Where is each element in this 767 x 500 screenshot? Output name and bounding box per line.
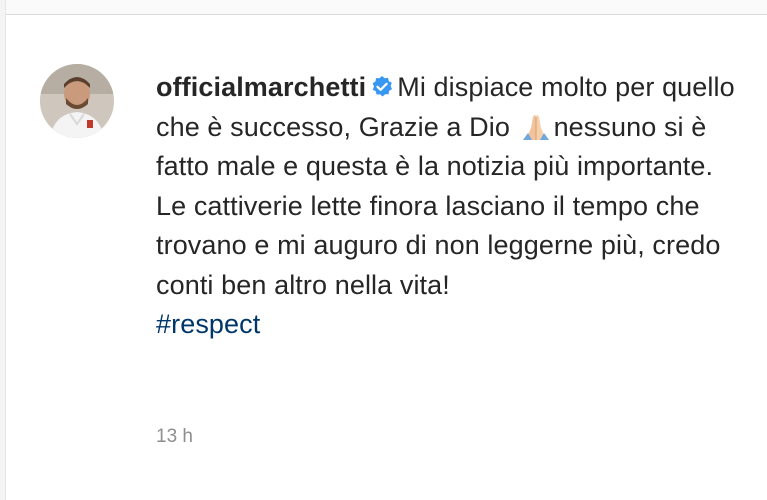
avatar[interactable] xyxy=(40,64,114,138)
left-divider xyxy=(0,0,6,500)
hashtag-link[interactable]: #respect xyxy=(156,309,260,339)
timestamp: 13 h xyxy=(156,426,193,447)
verified-badge-icon xyxy=(370,71,394,97)
folded-hands-icon xyxy=(518,111,554,141)
username-link[interactable]: officialmarchetti xyxy=(156,72,366,102)
avatar-photo xyxy=(40,64,114,138)
top-divider xyxy=(0,0,767,15)
comment-body: officialmarchetti Mi dispiace molto per q… xyxy=(156,68,736,345)
